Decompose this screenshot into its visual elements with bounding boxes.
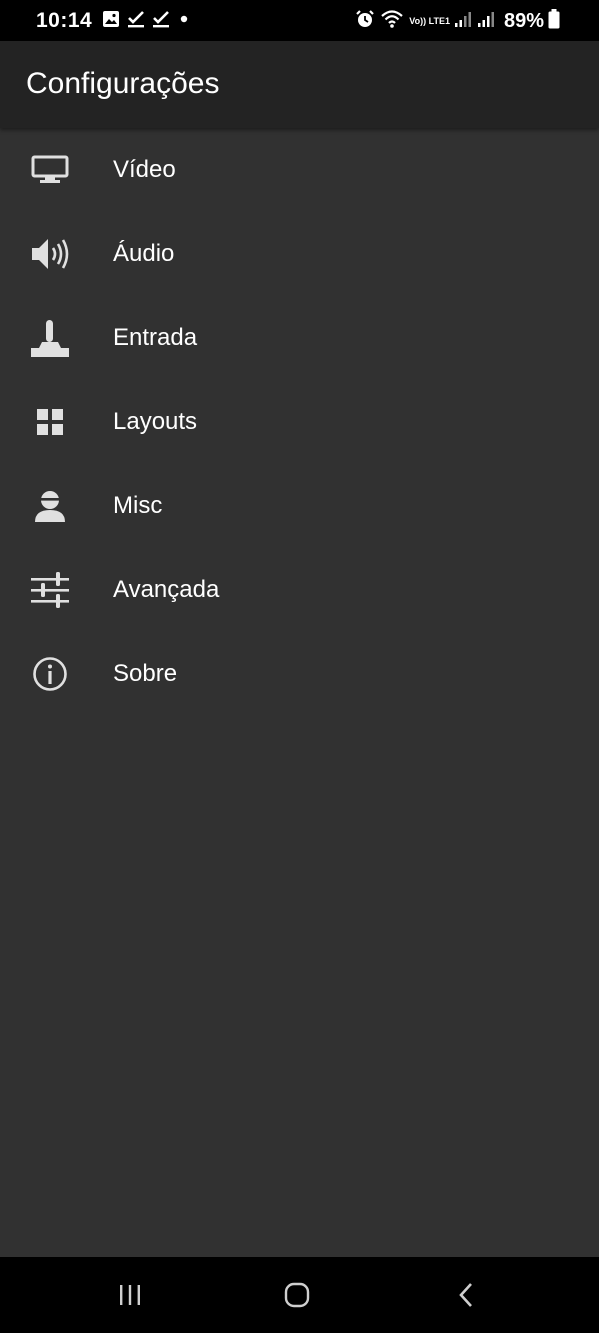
speaker-icon	[30, 234, 70, 274]
user-icon	[30, 486, 70, 526]
signal-icon	[477, 10, 495, 33]
back-icon[interactable]	[448, 1279, 484, 1311]
status-time: 10:14	[36, 9, 93, 32]
menu-item-label: Layouts	[113, 408, 198, 435]
menu-item-video[interactable]: Vídeo	[0, 128, 599, 212]
sliders-icon	[30, 570, 70, 610]
menu-item-label: Áudio	[113, 240, 175, 267]
status-bar: 10:14 Vo)) LTE1 89%	[0, 0, 599, 41]
menu-item-label: Misc	[113, 492, 163, 519]
recent-apps-icon[interactable]	[112, 1279, 148, 1311]
settings-menu: Vídeo Áudio Entrada Layouts Misc Avançad…	[0, 128, 599, 716]
menu-item-layouts[interactable]: Layouts	[0, 380, 599, 464]
menu-item-label: Avançada	[113, 576, 220, 603]
menu-item-input[interactable]: Entrada	[0, 296, 599, 380]
grid-icon	[30, 402, 70, 442]
network-label: Vo)) LTE1	[409, 15, 450, 26]
menu-item-audio[interactable]: Áudio	[0, 212, 599, 296]
check-icon	[127, 10, 145, 33]
info-icon	[30, 654, 70, 694]
menu-item-label: Vídeo	[113, 156, 176, 183]
navigation-bar	[0, 1257, 599, 1333]
gallery-icon	[102, 10, 120, 33]
page-title: Configurações	[26, 67, 220, 100]
menu-item-misc[interactable]: Misc	[0, 464, 599, 548]
alarm-icon	[355, 9, 375, 34]
dot-icon	[177, 12, 191, 31]
battery-percent: 89%	[503, 9, 544, 32]
monitor-icon	[30, 150, 70, 190]
menu-item-label: Sobre	[113, 660, 178, 687]
menu-item-about[interactable]: Sobre	[0, 632, 599, 716]
wifi-icon	[380, 9, 404, 34]
check-icon	[152, 10, 170, 33]
status-bar-right: Vo)) LTE1 89%	[355, 8, 565, 34]
status-bar-left: 10:14	[36, 8, 198, 34]
menu-item-label: Entrada	[113, 324, 198, 351]
app-bar: Configurações	[0, 41, 599, 128]
menu-item-advanced[interactable]: Avançada	[0, 548, 599, 632]
battery-icon	[548, 8, 560, 34]
joystick-icon	[30, 318, 70, 358]
signal-icon	[454, 10, 472, 33]
home-icon[interactable]	[279, 1279, 315, 1311]
